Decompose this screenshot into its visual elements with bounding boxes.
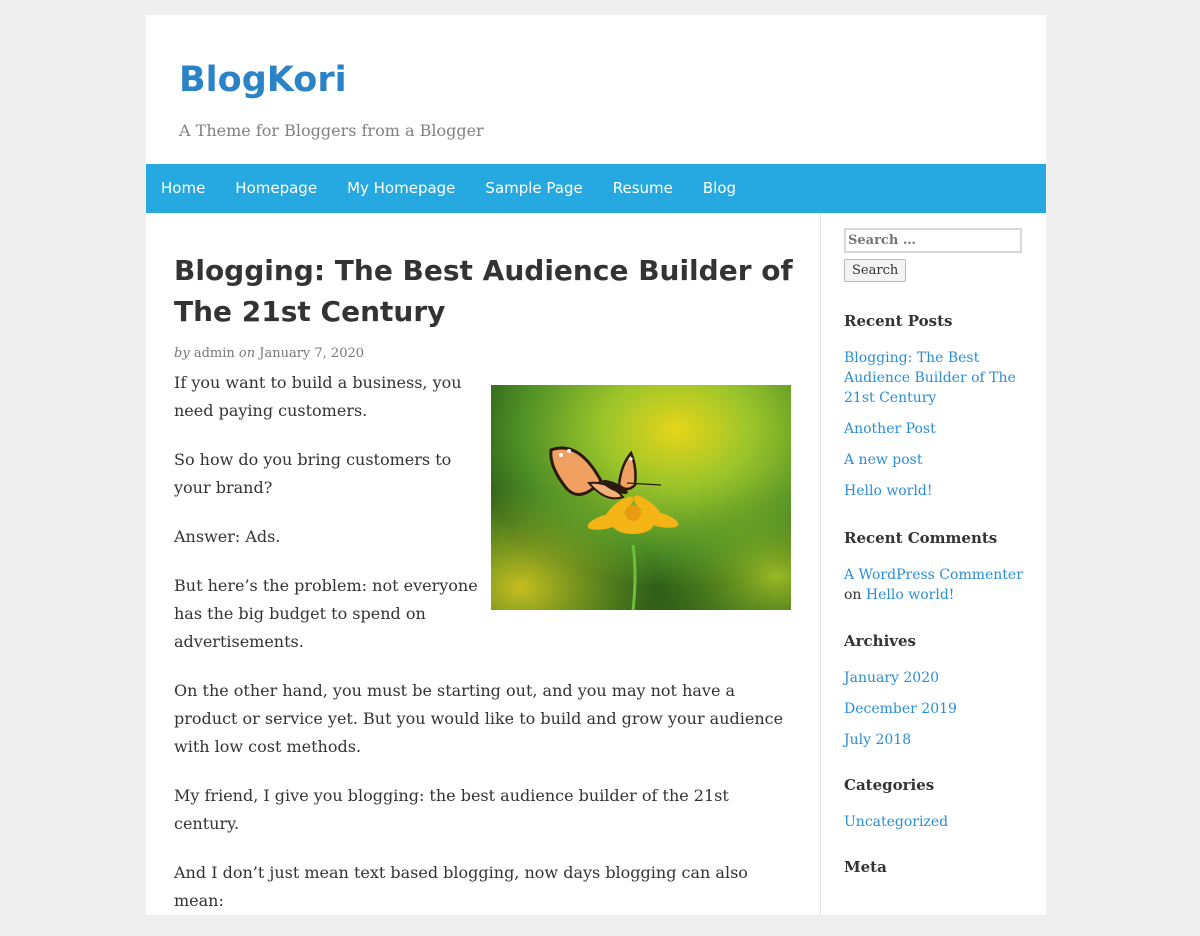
post-meta: by admin on January 7, 2020 xyxy=(174,346,794,361)
nav-homepage[interactable]: Homepage xyxy=(220,164,332,213)
meta-widget: Meta xyxy=(844,858,1024,876)
meta-title: Meta xyxy=(844,858,887,876)
site-title[interactable]: BlogKori xyxy=(179,55,347,105)
category-link[interactable]: Uncategorized xyxy=(844,814,948,830)
recent-post-link[interactable]: A new post xyxy=(844,452,923,468)
recent-posts-title: Recent Posts xyxy=(844,312,953,330)
recent-posts-widget: Recent Posts Blogging: The Best Audience… xyxy=(844,312,1024,501)
search-input[interactable] xyxy=(844,228,1022,253)
nav-resume[interactable]: Resume xyxy=(598,164,688,213)
recent-comments-title: Recent Comments xyxy=(844,529,998,547)
post-paragraph: Answer: Ads. xyxy=(174,527,281,546)
sidebar: Search Recent Posts Blogging: The Best A… xyxy=(844,228,1024,876)
categories-widget: Categories Uncategorized xyxy=(844,776,1024,832)
comment-post-link[interactable]: Hello world! xyxy=(866,587,955,603)
recent-comments-widget: Recent Comments A WordPress Commenter on… xyxy=(844,529,1024,605)
search-widget: Search xyxy=(844,228,1024,282)
recent-post-link[interactable]: Another Post xyxy=(844,421,936,437)
comment-author-link[interactable]: A WordPress Commenter xyxy=(844,567,1023,583)
post-paragraph: And I don’t just mean text based bloggin… xyxy=(174,863,748,910)
meta-date[interactable]: January 7, 2020 xyxy=(259,346,364,361)
meta-author[interactable]: admin xyxy=(194,346,235,361)
archive-link[interactable]: July 2018 xyxy=(844,732,911,748)
post-paragraph: If you want to build a business, you nee… xyxy=(174,373,462,420)
post-paragraph: So how do you bring customers to your br… xyxy=(174,450,452,497)
post-article: Blogging: The Best Audience Builder of T… xyxy=(174,250,794,936)
categories-title: Categories xyxy=(844,776,935,794)
search-button[interactable]: Search xyxy=(844,259,907,282)
post-paragraph: On the other hand, you must be starting … xyxy=(174,681,784,756)
archives-title: Archives xyxy=(844,632,916,650)
main-nav: Home Homepage My Homepage Sample Page Re… xyxy=(146,164,1046,213)
nav-my-homepage[interactable]: My Homepage xyxy=(332,164,470,213)
post-paragraph: My friend, I give you blogging: the best… xyxy=(174,786,729,833)
post-title[interactable]: Blogging: The Best Audience Builder of T… xyxy=(174,250,814,332)
post-paragraph: But here’s the problem: not everyone has… xyxy=(174,576,478,651)
comment-on-text: on xyxy=(844,587,862,603)
nav-home[interactable]: Home xyxy=(146,164,220,213)
page: BlogKori A Theme for Bloggers from a Blo… xyxy=(146,15,1046,915)
nav-sample-page[interactable]: Sample Page xyxy=(470,164,597,213)
archives-widget: Archives January 2020 December 2019 July… xyxy=(844,632,1024,750)
meta-on: on xyxy=(238,346,256,361)
site-tagline: A Theme for Bloggers from a Blogger xyxy=(179,121,484,140)
content-sidebar-divider xyxy=(820,213,821,915)
butterfly-image xyxy=(491,385,791,611)
meta-by: by xyxy=(174,346,190,361)
nav-blog[interactable]: Blog xyxy=(688,164,751,213)
recent-post-link[interactable]: Blogging: The Best Audience Builder of T… xyxy=(844,350,1016,406)
archive-link[interactable]: January 2020 xyxy=(844,670,939,686)
recent-post-link[interactable]: Hello world! xyxy=(844,483,933,499)
archive-link[interactable]: December 2019 xyxy=(844,701,957,717)
